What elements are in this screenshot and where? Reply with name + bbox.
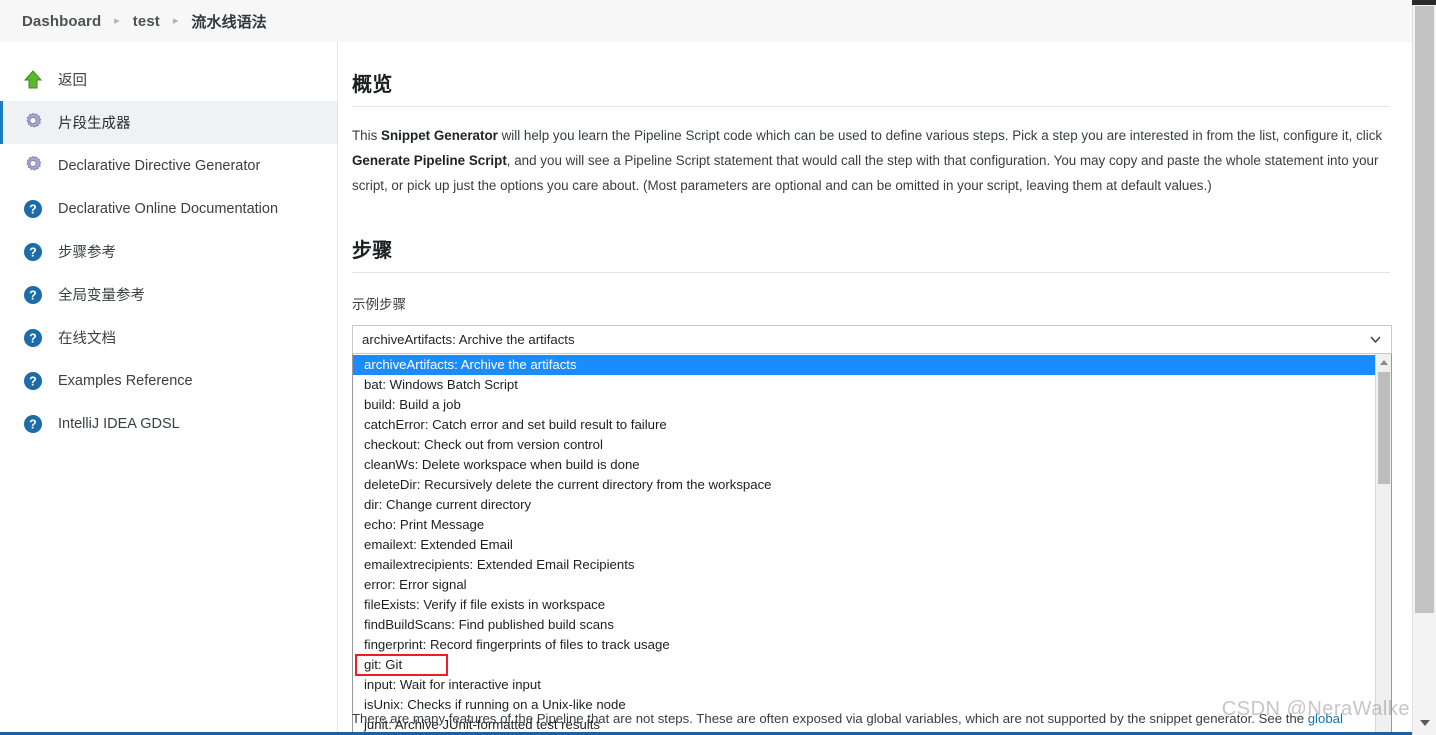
- main-content: 概览 This Snippet Generator will help you …: [339, 42, 1412, 735]
- up-arrow-icon: [20, 67, 46, 93]
- scroll-up-arrow-icon[interactable]: [1376, 354, 1391, 370]
- svg-text:?: ?: [29, 374, 37, 388]
- overview-paragraph: This Snippet Generator will help you lea…: [352, 123, 1390, 198]
- help-icon: ?: [20, 411, 46, 437]
- page-scrollbar-thumb[interactable]: [1415, 6, 1434, 613]
- sidebar-item-examples-reference[interactable]: ? Examples Reference: [0, 359, 337, 402]
- scrollbar-top-cap: [1412, 0, 1436, 5]
- sidebar-item-label: Declarative Online Documentation: [58, 200, 279, 217]
- sidebar-item-back[interactable]: 返回: [0, 58, 337, 101]
- sample-step-selected-value: archiveArtifacts: Archive the artifacts: [362, 332, 575, 347]
- gear-icon: [20, 153, 46, 179]
- sidebar-item-label: 步骤参考: [58, 245, 116, 261]
- dropdown-option[interactable]: archiveArtifacts: Archive the artifacts: [353, 355, 1375, 375]
- dropdown-option[interactable]: findBuildScans: Find published build sca…: [353, 615, 1375, 635]
- global-variables-note: There are many features of the Pipeline …: [352, 711, 1412, 726]
- sidebar-item-steps-reference[interactable]: ? 步骤参考: [0, 230, 337, 273]
- svg-text:?: ?: [29, 202, 37, 216]
- dropdown-option[interactable]: error: Error signal: [353, 575, 1375, 595]
- dropdown-option[interactable]: dir: Change current directory: [353, 495, 1375, 515]
- dropdown-option[interactable]: emailextrecipients: Extended Email Recip…: [353, 555, 1375, 575]
- sidebar-item-label: 在线文档: [58, 331, 116, 347]
- dropdown-option[interactable]: input: Wait for interactive input: [353, 675, 1375, 695]
- svg-text:?: ?: [29, 245, 37, 259]
- sidebar-item-label: Examples Reference: [58, 372, 193, 389]
- help-icon: ?: [20, 325, 46, 351]
- dropdown-option[interactable]: build: Build a job: [353, 395, 1375, 415]
- dropdown-option[interactable]: cleanWs: Delete workspace when build is …: [353, 455, 1375, 475]
- sidebar-item-declarative-directive-generator[interactable]: Declarative Directive Generator: [0, 144, 337, 187]
- dropdown-option[interactable]: echo: Print Message: [353, 515, 1375, 535]
- sidebar-item-label: 返回: [58, 73, 87, 89]
- svg-text:?: ?: [29, 417, 37, 431]
- dropdown-option[interactable]: git: Git: [353, 655, 1375, 675]
- breadcrumb-item-dashboard[interactable]: Dashboard: [22, 13, 101, 30]
- sidebar-item-snippet-generator[interactable]: 片段生成器: [0, 101, 337, 144]
- svg-text:?: ?: [29, 331, 37, 345]
- sidebar-item-intellij-idea-gdsl[interactable]: ? IntelliJ IDEA GDSL: [0, 402, 337, 445]
- global-link[interactable]: global: [1308, 711, 1343, 726]
- breadcrumb-item-test[interactable]: test: [133, 13, 160, 30]
- help-icon: ?: [20, 282, 46, 308]
- overview-bold-snippet-generator: Snippet Generator: [381, 128, 498, 143]
- help-icon: ?: [20, 196, 46, 222]
- breadcrumb-bar: Dashboard ▸ test ▸ 流水线语法: [0, 0, 1412, 42]
- sidebar: 返回 片段生成器 Declarative Directive Generator…: [0, 42, 338, 735]
- sample-step-dropdown[interactable]: archiveArtifacts: Archive the artifacts b…: [352, 354, 1392, 735]
- svg-text:?: ?: [29, 288, 37, 302]
- overview-bold-generate-pipeline-script: Generate Pipeline Script: [352, 153, 507, 168]
- sidebar-item-online-documentation[interactable]: ? 在线文档: [0, 316, 337, 359]
- dropdown-option[interactable]: fileExists: Verify if file exists in wor…: [353, 595, 1375, 615]
- dropdown-scrollbar-thumb[interactable]: [1378, 372, 1390, 484]
- sample-step-label: 示例步骤: [352, 297, 406, 312]
- dropdown-option[interactable]: checkout: Check out from version control: [353, 435, 1375, 455]
- dropdown-option[interactable]: bat: Windows Batch Script: [353, 375, 1375, 395]
- global-variables-note-text: There are many features of the Pipeline …: [352, 711, 1308, 726]
- help-icon: ?: [20, 368, 46, 394]
- breadcrumb-separator-icon: ▸: [114, 14, 120, 27]
- page-scroll-down-arrow-icon[interactable]: [1413, 713, 1436, 733]
- sidebar-item-label: 全局变量参考: [58, 288, 145, 304]
- dropdown-scrollbar[interactable]: [1375, 354, 1391, 735]
- overview-text-part1: This: [352, 128, 382, 143]
- sidebar-item-label: IntelliJ IDEA GDSL: [58, 415, 180, 432]
- jenkins-pipeline-syntax-page: Dashboard ▸ test ▸ 流水线语法 返回 片段生成器 Declar…: [0, 0, 1436, 735]
- steps-heading: 步骤: [352, 234, 1390, 273]
- breadcrumb-item-pipeline-syntax[interactable]: 流水线语法: [191, 11, 267, 32]
- chevron-down-icon: [1369, 333, 1382, 346]
- gear-icon: [20, 110, 46, 136]
- sample-step-select[interactable]: archiveArtifacts: Archive the artifacts: [352, 325, 1392, 354]
- sidebar-item-global-variable-reference[interactable]: ? 全局变量参考: [0, 273, 337, 316]
- overview-text-part2: will help you learn the Pipeline Script …: [497, 128, 1383, 143]
- page-scrollbar[interactable]: [1412, 0, 1436, 735]
- dropdown-option[interactable]: catchError: Catch error and set build re…: [353, 415, 1375, 435]
- sidebar-item-label: Declarative Directive Generator: [58, 157, 261, 174]
- overview-text-part3: , and you will see a Pipeline Script sta…: [352, 153, 1379, 193]
- help-icon: ?: [20, 239, 46, 265]
- dropdown-option[interactable]: emailext: Extended Email: [353, 535, 1375, 555]
- sample-step-option-list: archiveArtifacts: Archive the artifacts b…: [353, 354, 1375, 735]
- overview-heading: 概览: [352, 68, 1390, 107]
- sidebar-item-declarative-online-documentation[interactable]: ? Declarative Online Documentation: [0, 187, 337, 230]
- dropdown-option[interactable]: deleteDir: Recursively delete the curren…: [353, 475, 1375, 495]
- dropdown-option[interactable]: fingerprint: Record fingerprints of file…: [353, 635, 1375, 655]
- breadcrumb-separator-icon: ▸: [172, 14, 179, 27]
- sample-step-select-wrapper: archiveArtifacts: Archive the artifacts …: [352, 325, 1392, 735]
- sidebar-item-label: 片段生成器: [58, 116, 131, 132]
